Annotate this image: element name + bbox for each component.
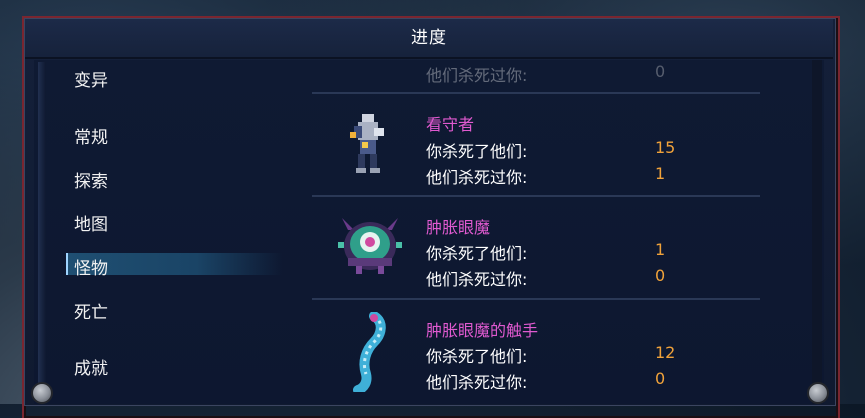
- sidebar-item-general[interactable]: 常规: [74, 123, 108, 148]
- sidebar-item-monsters[interactable]: 怪物: [74, 254, 108, 279]
- killed-value: 15: [655, 138, 676, 157]
- list-divider: [312, 298, 760, 300]
- corner-knob-icon: [807, 382, 829, 404]
- monster-name: 肿胀眼魔的触手: [426, 321, 539, 340]
- list-divider: [312, 195, 760, 197]
- list-divider: [312, 92, 760, 94]
- killed-label: 你杀死了他们:: [426, 347, 528, 366]
- killed-by-label: 他们杀死过你:: [426, 168, 528, 187]
- monster-name: 看守者: [426, 115, 475, 134]
- corner-knob-icon: [31, 382, 53, 404]
- bloated-eye-demon-sprite: [334, 212, 406, 280]
- sidebar-item-exploration[interactable]: 探索: [74, 167, 108, 192]
- partial-killed-by-label: 他们杀死过你:: [426, 66, 528, 85]
- killed-by-value: 0: [655, 369, 666, 388]
- sidebar-item-deaths[interactable]: 死亡: [74, 298, 108, 323]
- killed-by-label: 他们杀死过你:: [426, 270, 528, 289]
- killed-by-value: 0: [655, 266, 666, 285]
- killed-label: 你杀死了他们:: [426, 142, 528, 161]
- scrollbar[interactable]: [812, 60, 822, 404]
- killed-by-value: 1: [655, 164, 666, 183]
- title-bar: 进度: [25, 19, 833, 59]
- killed-value: 12: [655, 343, 676, 362]
- tentacle-sprite: [344, 311, 390, 396]
- partial-killed-by-value: 0: [655, 62, 666, 81]
- sidebar-item-map[interactable]: 地图: [74, 210, 108, 235]
- window-title: 进度: [411, 28, 447, 48]
- guardian-sprite: [344, 112, 390, 180]
- sidebar-rail: [38, 62, 46, 402]
- killed-label: 你杀死了他们:: [426, 244, 528, 263]
- killed-value: 1: [655, 240, 666, 259]
- killed-by-label: 他们杀死过你:: [426, 373, 528, 392]
- sidebar-item-achievements[interactable]: 成就: [74, 354, 108, 379]
- monster-name: 肿胀眼魔: [426, 218, 491, 237]
- sidebar-item-mutations[interactable]: 变异: [74, 66, 108, 91]
